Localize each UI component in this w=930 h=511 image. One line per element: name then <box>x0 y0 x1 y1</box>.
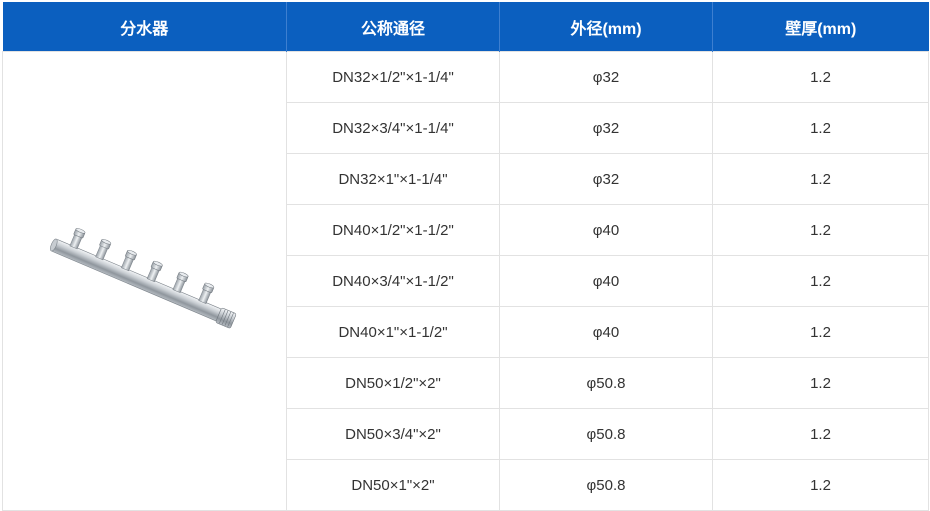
cell-wall-thickness: 1.2 <box>712 204 929 256</box>
cell-nominal: DN40×1"×1-1/2" <box>286 306 500 358</box>
cell-outer-diameter: φ50.8 <box>499 459 713 511</box>
product-image-cell <box>2 51 287 511</box>
table-body: DN32×1/2"×1-1/4" φ32 1.2 DN32×3/4"×1-1/4… <box>2 51 929 511</box>
cell-wall-thickness: 1.2 <box>712 255 929 307</box>
cell-wall-thickness: 1.2 <box>712 51 929 103</box>
cell-nominal: DN32×1"×1-1/4" <box>286 153 500 205</box>
header-manifold: 分水器 <box>2 2 287 52</box>
cell-outer-diameter: φ50.8 <box>499 357 713 409</box>
spec-table: 分水器 公称通径 外径(mm) 壁厚(mm) DN32×1/2"×1-1/4" … <box>2 2 929 511</box>
header-wall-thickness: 壁厚(mm) <box>712 2 929 52</box>
cell-wall-thickness: 1.2 <box>712 357 929 409</box>
cell-nominal: DN32×1/2"×1-1/4" <box>286 51 500 103</box>
cell-wall-thickness: 1.2 <box>712 459 929 511</box>
header-row: 分水器 公称通径 外径(mm) 壁厚(mm) <box>2 2 929 52</box>
cell-wall-thickness: 1.2 <box>712 306 929 358</box>
cell-nominal: DN50×1/2"×2" <box>286 357 500 409</box>
manifold-product-image <box>49 228 236 329</box>
header-nominal-diameter: 公称通径 <box>286 2 500 52</box>
cell-outer-diameter: φ32 <box>499 51 713 103</box>
cell-outer-diameter: φ32 <box>499 102 713 154</box>
cell-outer-diameter: φ40 <box>499 306 713 358</box>
cell-nominal: DN40×1/2"×1-1/2" <box>286 204 500 256</box>
table-row: DN32×1/2"×1-1/4" φ32 1.2 <box>2 51 929 511</box>
cell-nominal: DN40×3/4"×1-1/2" <box>286 255 500 307</box>
cell-nominal: DN50×3/4"×2" <box>286 408 500 460</box>
table-header: 分水器 公称通径 外径(mm) 壁厚(mm) <box>2 2 929 52</box>
cell-outer-diameter: φ40 <box>499 204 713 256</box>
cell-nominal: DN50×1"×2" <box>286 459 500 511</box>
header-outer-diameter: 外径(mm) <box>499 2 713 52</box>
cell-outer-diameter: φ50.8 <box>499 408 713 460</box>
cell-wall-thickness: 1.2 <box>712 102 929 154</box>
cell-outer-diameter: φ40 <box>499 255 713 307</box>
cell-outer-diameter: φ32 <box>499 153 713 205</box>
cell-wall-thickness: 1.2 <box>712 153 929 205</box>
cell-nominal: DN32×3/4"×1-1/4" <box>286 102 500 154</box>
cell-wall-thickness: 1.2 <box>712 408 929 460</box>
